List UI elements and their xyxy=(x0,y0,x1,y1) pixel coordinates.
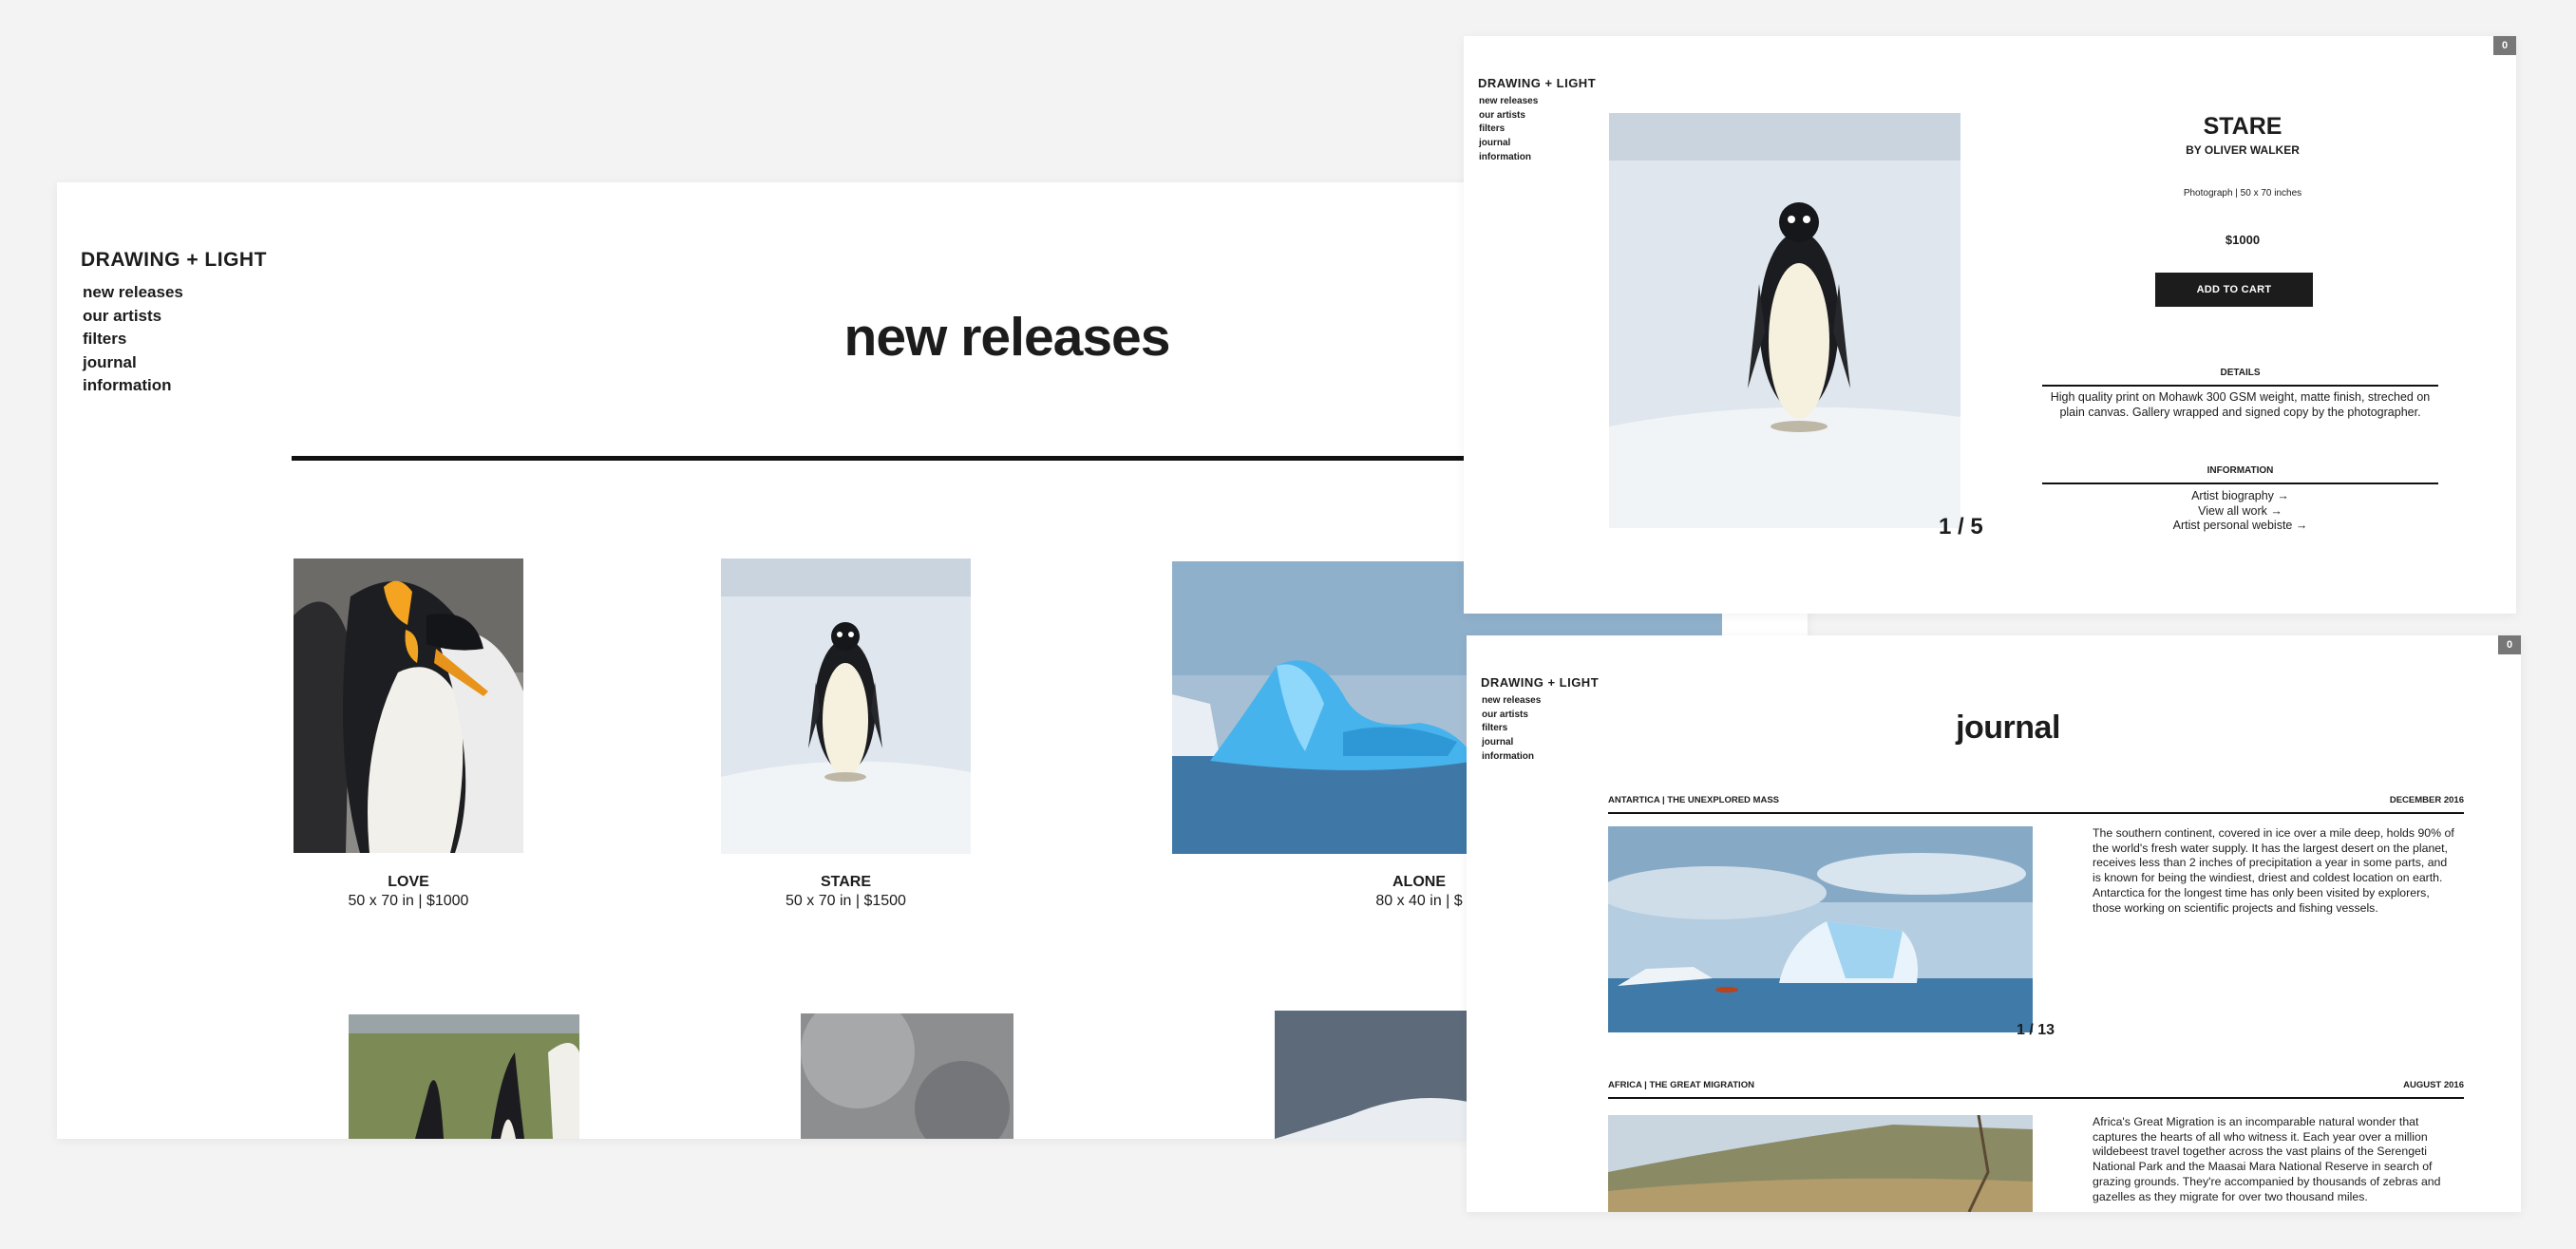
artwork-image-row2-2[interactable] xyxy=(801,1013,1013,1139)
cart-count-badge[interactable]: 0 xyxy=(2493,36,2516,55)
artwork-details: 50 x 70 in | $1000 xyxy=(348,893,469,909)
product-detail-page: 0 DRAWING + LIGHT new releases our artis… xyxy=(1464,36,2516,614)
artwork-title[interactable]: LOVE xyxy=(294,873,523,892)
product-meta: Photograph | 50 x 70 inches xyxy=(2183,188,2302,199)
nav-new-releases[interactable]: new releases xyxy=(83,281,183,305)
journal-entry-text: Africa's Great Migration is an incompara… xyxy=(2093,1115,2441,1203)
image-counter: 1 / 5 xyxy=(1939,514,1983,539)
product-image[interactable] xyxy=(1609,113,1960,528)
nav-journal[interactable]: journal xyxy=(1479,137,1538,151)
artwork-title[interactable]: STARE xyxy=(721,873,971,892)
entry-image-counter: 1 / 13 xyxy=(2017,1022,2055,1038)
view-all-work-link[interactable]: View all work → xyxy=(2042,504,2438,520)
artwork-caption-stare: STARE 50 x 70 in | $1500 xyxy=(721,873,971,911)
artwork-image-row2-1[interactable] xyxy=(349,1014,579,1139)
brand-logo[interactable]: DRAWING + LIGHT xyxy=(1481,675,1599,690)
nav-journal[interactable]: journal xyxy=(83,351,183,375)
product-price: $1000 xyxy=(2225,233,2261,247)
entry-location[interactable]: AFRICA | THE GREAT MIGRATION xyxy=(1608,1080,1754,1090)
nav-information[interactable]: information xyxy=(83,374,183,398)
main-nav: new releases our artists filters journal… xyxy=(1479,95,1538,165)
nav-our-artists[interactable]: our artists xyxy=(1479,109,1538,123)
artwork-image-love[interactable] xyxy=(294,558,523,853)
nav-filters[interactable]: filters xyxy=(83,328,183,351)
nav-filters[interactable]: filters xyxy=(1482,722,1541,736)
nav-new-releases[interactable]: new releases xyxy=(1482,694,1541,709)
artist-website-link[interactable]: Artist personal webiste → xyxy=(2042,519,2438,534)
information-links: Artist biography → View all work → Artis… xyxy=(2042,489,2438,534)
journal-page: 0 DRAWING + LIGHT new releases our artis… xyxy=(1467,635,2521,1212)
details-heading: DETAILS xyxy=(2042,368,2438,387)
page-title: journal xyxy=(1956,710,2060,746)
page-title: new releases xyxy=(843,307,1171,368)
artwork-details: 80 x 40 in | $ xyxy=(1375,893,1463,909)
nav-our-artists[interactable]: our artists xyxy=(1482,709,1541,723)
entry-date: DECEMBER 2016 xyxy=(2389,795,2464,805)
main-nav: new releases our artists filters journal… xyxy=(1482,694,1541,765)
journal-entry-text: The southern continent, covered in ice o… xyxy=(2093,826,2454,915)
details-text: High quality print on Mohawk 300 GSM wei… xyxy=(2050,390,2431,419)
journal-entry-image[interactable] xyxy=(1608,826,2033,1032)
artist-biography-link[interactable]: Artist biography → xyxy=(2042,489,2438,504)
entry-location[interactable]: ANTARTICA | THE UNEXPLORED MASS xyxy=(1608,795,1779,805)
main-nav: new releases our artists filters journal… xyxy=(83,281,183,398)
product-title: STARE xyxy=(2203,113,2282,140)
journal-entry-image[interactable] xyxy=(1608,1115,2033,1212)
cart-count-badge[interactable]: 0 xyxy=(2498,635,2521,654)
journal-entry-header: ANTARTICA | THE UNEXPLORED MASS DECEMBER… xyxy=(1608,795,2464,814)
journal-entry-header: AFRICA | THE GREAT MIGRATION AUGUST 2016 xyxy=(1608,1080,2464,1099)
artwork-caption-love: LOVE 50 x 70 in | $1000 xyxy=(294,873,523,911)
brand-logo[interactable]: DRAWING + LIGHT xyxy=(81,249,267,272)
information-heading: INFORMATION xyxy=(2042,465,2438,484)
product-artist[interactable]: BY OLIVER WALKER xyxy=(2129,143,2357,157)
artwork-image-stare[interactable] xyxy=(721,558,971,854)
nav-information[interactable]: information xyxy=(1479,151,1538,165)
nav-our-artists[interactable]: our artists xyxy=(83,305,183,329)
add-to-cart-button[interactable]: ADD TO CART xyxy=(2155,273,2313,307)
nav-information[interactable]: information xyxy=(1482,750,1541,765)
artwork-details: 50 x 70 in | $1500 xyxy=(786,893,906,909)
nav-journal[interactable]: journal xyxy=(1482,736,1541,750)
brand-logo[interactable]: DRAWING + LIGHT xyxy=(1478,76,1596,90)
nav-new-releases[interactable]: new releases xyxy=(1479,95,1538,109)
nav-filters[interactable]: filters xyxy=(1479,123,1538,137)
entry-date: AUGUST 2016 xyxy=(2403,1080,2464,1090)
